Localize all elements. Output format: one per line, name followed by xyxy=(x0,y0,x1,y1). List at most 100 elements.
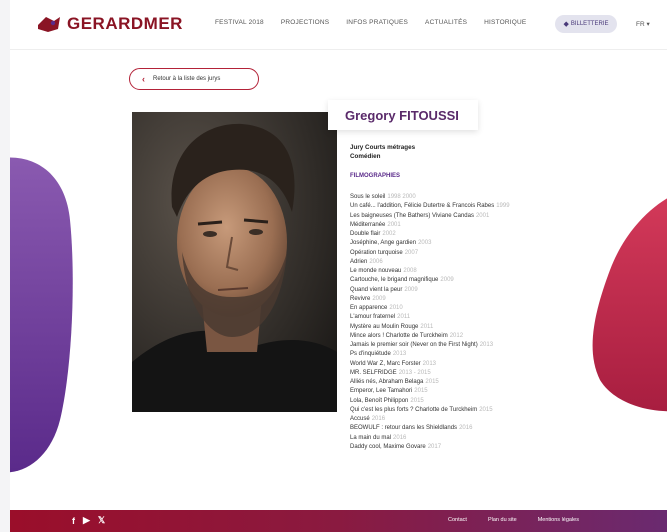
film-title: World War Z, Marc Forster xyxy=(350,360,421,367)
profession: Comédien xyxy=(350,153,381,160)
film-year: 2001 xyxy=(475,212,490,219)
film-title: Les baigneuses (The Bathers) Viviane Can… xyxy=(350,212,474,219)
film-title: Mince alors ! Charlotte de Turckheim xyxy=(350,332,448,339)
film-title: L'amour fraternel xyxy=(350,314,396,321)
youtube-icon[interactable]: ▶ xyxy=(83,515,90,526)
film-year: 2016 xyxy=(393,434,407,441)
filmography-item: Méditerranée 2001 xyxy=(350,221,510,230)
site-logo[interactable]: GERARDMER xyxy=(36,14,183,34)
footer-links: Contact Plan du site Mentions légales xyxy=(448,517,600,523)
film-year: 2009 xyxy=(372,295,386,302)
film-year: 2007 xyxy=(404,249,419,256)
footer-link-contact[interactable]: Contact xyxy=(448,517,467,523)
filmography-item: Cartouche, le brigand magnifique 2009 xyxy=(350,276,510,285)
film-title: Accusé xyxy=(350,416,370,422)
chevron-down-icon: ▾ xyxy=(646,21,650,28)
film-title: Lola, Benoît Philippon xyxy=(350,397,409,404)
film-year: 2016 xyxy=(459,425,473,432)
film-title: Jamais le premier soir (Never on the Fir… xyxy=(350,342,478,348)
filmography-item: Le monde nouveau 2008 xyxy=(350,267,510,276)
film-title: Mystère au Moulin Rouge xyxy=(350,323,419,330)
film-year: 2013 xyxy=(422,360,437,367)
person-name-card: Gregory FITOUSSI xyxy=(328,100,478,130)
film-year: 2015 xyxy=(414,388,428,395)
filmography-item: Les baigneuses (The Bathers) Viviane Can… xyxy=(350,212,510,221)
filmography-item: Sous le soleil 1998 2000 xyxy=(350,193,510,202)
film-title: Joséphine, Ange gardien xyxy=(350,240,417,247)
portrait-illustration xyxy=(132,112,337,412)
back-to-jury-list-button[interactable]: ‹ Retour à la liste des jurys xyxy=(129,68,259,90)
filmography-item: Joséphine, Ange gardien 2003 xyxy=(350,239,510,248)
film-title: Sous le soleil xyxy=(350,194,386,200)
nav-item-actualites[interactable]: ACTUALITÉS xyxy=(425,19,467,26)
film-title: Un café... l'addition, Félicie Dutertre … xyxy=(350,203,495,210)
film-year: 2013 xyxy=(479,342,494,348)
filmography-item: BEOWULF : retour dans les Shieldlands 201… xyxy=(350,424,510,433)
filmography-item: Mystère au Moulin Rouge 2011 xyxy=(350,323,510,332)
film-year: 2015 xyxy=(425,379,439,385)
film-year: 2001 xyxy=(387,221,401,228)
portrait-photo xyxy=(132,112,337,412)
film-year: 1998 2000 xyxy=(387,194,416,200)
filmography-item: Un café... l'addition, Félicie Dutertre … xyxy=(350,202,510,211)
back-label: Retour à la liste des jurys xyxy=(153,76,221,82)
person-role: Jury Courts métrages Comédien xyxy=(350,143,415,161)
page: GERARDMER FESTIVAL 2018 PROJECTIONS INFO… xyxy=(10,0,667,532)
filmography-item: Revivre 2009 xyxy=(350,295,510,304)
film-title: Qui c'est les plus forts ? Charlotte de … xyxy=(350,406,478,413)
filmography-item: Jamais le premier soir (Never on the Fir… xyxy=(350,341,510,350)
twitter-icon[interactable]: 𝕏 xyxy=(98,515,105,526)
filmography-item: Accusé 2016 xyxy=(350,415,510,424)
film-title: Double flair xyxy=(350,231,381,237)
film-year: 2017 xyxy=(427,443,442,450)
film-year: 2002 xyxy=(382,231,396,237)
footer-link-sitemap[interactable]: Plan du site xyxy=(488,517,517,523)
filmography-item: Alliés nés, Abraham Belaga 2015 xyxy=(350,378,510,387)
filmography-item: La main du mal 2016 xyxy=(350,434,510,443)
filmography-item: Adrien 2006 xyxy=(350,258,510,267)
logo-icon xyxy=(38,17,60,32)
nav-item-projections[interactable]: PROJECTIONS xyxy=(281,19,329,26)
film-year: 2010 xyxy=(389,305,403,311)
film-title: La main du mal xyxy=(350,434,392,441)
facebook-icon[interactable]: f xyxy=(72,516,75,526)
language-selector[interactable]: FR ▾ xyxy=(636,20,650,28)
filmography-title: FILMOGRAPHIES xyxy=(350,173,401,179)
filmography-item: L'amour fraternel 2011 xyxy=(350,313,510,322)
film-title: Le monde nouveau xyxy=(350,268,402,274)
film-title: Revivre xyxy=(350,295,371,302)
film-title: Opération turquoise xyxy=(350,249,403,256)
film-year: 2015 xyxy=(410,397,424,404)
nav-item-festival[interactable]: FESTIVAL 2018 xyxy=(215,19,264,26)
logo-text: GERARDMER xyxy=(67,14,183,33)
footer-link-legal[interactable]: Mentions légales xyxy=(538,517,579,523)
chevron-left-icon: ‹ xyxy=(142,74,145,84)
film-year: 2012 xyxy=(449,332,464,339)
ticket-label: BILLETTERIE xyxy=(570,21,609,27)
nav-item-historique[interactable]: HISTORIQUE xyxy=(484,19,526,26)
person-name: Gregory FITOUSSI xyxy=(345,107,459,123)
language-label: FR xyxy=(636,21,645,28)
filmography-item: World War Z, Marc Forster 2013 xyxy=(350,360,510,369)
film-title: Quand vient la peur xyxy=(350,286,403,293)
filmography-item: Mince alors ! Charlotte de Turckheim 2012 xyxy=(350,332,510,341)
film-year: 1999 xyxy=(496,203,510,210)
film-year: 2008 xyxy=(403,268,417,274)
film-year: 2013 - 2015 xyxy=(398,369,431,376)
film-title: Adrien xyxy=(350,258,368,265)
ticket-button[interactable]: ◆ BILLETTERIE xyxy=(555,15,617,33)
film-title: Emperor, Lee Tamahori xyxy=(350,388,413,395)
film-year: 2003 xyxy=(418,240,432,247)
ticket-icon: ◆ xyxy=(563,21,569,28)
filmography-item: Double flair 2002 xyxy=(350,230,510,239)
film-year: 2006 xyxy=(369,258,383,265)
film-title: Méditerranée xyxy=(350,221,386,228)
film-title: Ps d'inquiétude xyxy=(350,351,391,358)
filmography-item: Quand vient la peur 2009 xyxy=(350,286,510,295)
filmography-item: Qui c'est les plus forts ? Charlotte de … xyxy=(350,406,510,415)
nav-item-infos-pratiques[interactable]: INFOS PRATIQUES xyxy=(346,19,408,26)
film-year: 2013 xyxy=(392,351,407,358)
filmography-item: Daddy cool, Maxime Govare 2017 xyxy=(350,443,510,452)
filmography-item: Emperor, Lee Tamahori 2015 xyxy=(350,387,510,396)
filmography-list: Sous le soleil 1998 2000 Un café... l'addi… xyxy=(350,193,510,452)
